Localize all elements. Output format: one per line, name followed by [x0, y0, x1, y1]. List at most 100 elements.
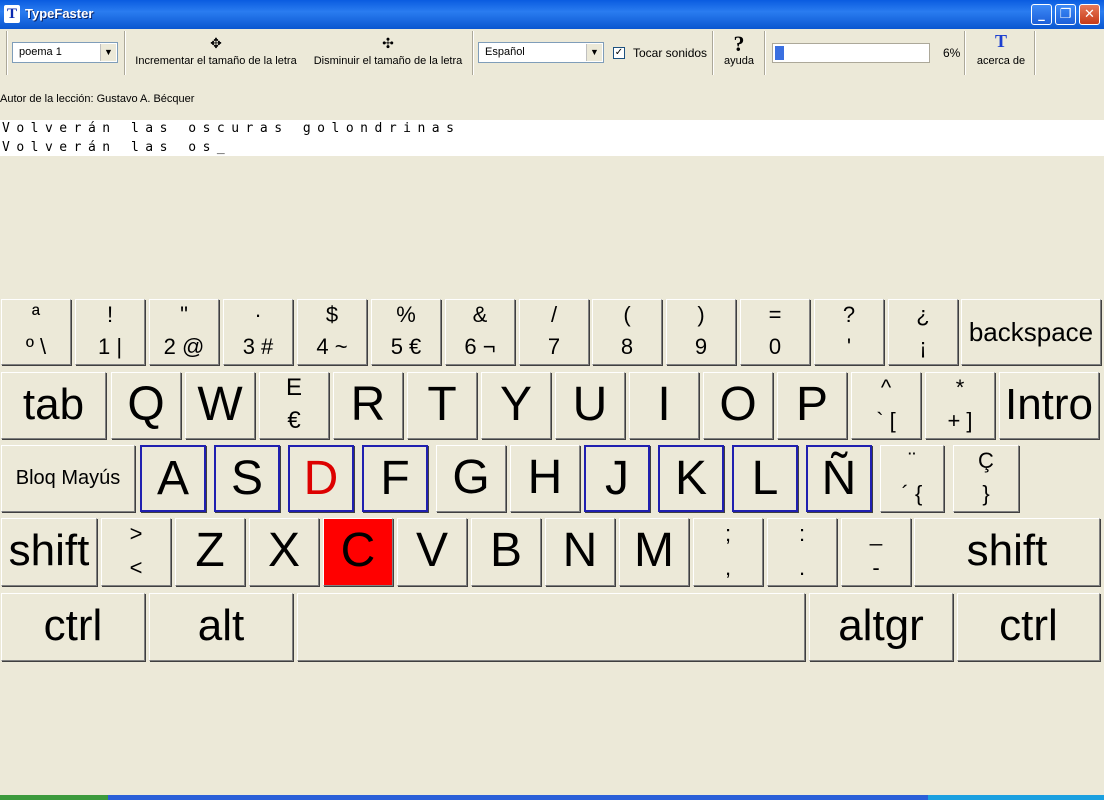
key-space[interactable]	[297, 593, 805, 661]
sound-checkbox[interactable]: ✓	[613, 47, 625, 59]
key-k[interactable]: K	[658, 445, 724, 512]
toolbar-separator	[964, 31, 966, 75]
key-label: K	[674, 452, 707, 505]
key-label: shift	[8, 526, 90, 575]
key-symbol[interactable]: ;,	[693, 518, 763, 586]
key-i[interactable]: I	[629, 372, 699, 439]
key-ñ[interactable]: Ñ	[806, 445, 872, 512]
key-l[interactable]: L	[732, 445, 798, 512]
key-base-label: }	[982, 481, 990, 506]
language-select-value: Español	[485, 46, 525, 58]
key-altgr[interactable]: altgr	[809, 593, 953, 661]
key-label: C	[340, 524, 376, 577]
key-label: U	[572, 378, 608, 431]
key-p[interactable]: P	[777, 372, 847, 439]
key-symbol[interactable]: ? '	[814, 299, 884, 365]
key-a[interactable]: A	[140, 445, 206, 512]
lesson-text-area[interactable]: Volverán las oscuras golondrinas Volverá…	[0, 120, 1104, 156]
key-symbol[interactable]: ^ ` [	[851, 372, 921, 439]
key-symbol[interactable]: ª º \	[1, 299, 71, 365]
key-h[interactable]: H	[510, 445, 580, 512]
key-symbol[interactable]: · 3 #	[223, 299, 293, 365]
lesson-select[interactable]: poema 1 ▼	[12, 42, 118, 63]
key-ctrl[interactable]: ctrl	[957, 593, 1100, 661]
key-t[interactable]: T	[407, 372, 477, 439]
title-bar: T TypeFaster _ ❐ ✕	[0, 0, 1104, 29]
key-alt[interactable]: alt	[149, 593, 293, 661]
key-bloq-mayús[interactable]: Bloq Mayús	[1, 445, 135, 512]
help-button[interactable]: ? ayuda	[716, 31, 762, 75]
chevron-down-icon[interactable]: ▼	[100, 44, 116, 61]
key-x[interactable]: X	[249, 518, 319, 586]
key-base-label: ¡	[919, 334, 927, 359]
key-label: S	[230, 452, 263, 505]
key-c[interactable]: C	[323, 518, 393, 586]
chevron-down-icon[interactable]: ▼	[586, 44, 602, 61]
key-b[interactable]: B	[471, 518, 541, 586]
key-shift-label: ?	[842, 302, 856, 327]
close-button[interactable]: ✕	[1079, 4, 1100, 25]
minimize-button[interactable]: _	[1031, 4, 1052, 25]
key-symbol[interactable]: > <	[101, 518, 171, 586]
key-y[interactable]: Y	[481, 372, 551, 439]
key-symbol[interactable]: ! 1 |	[75, 299, 145, 365]
key-shift-label: :	[798, 521, 806, 546]
key-shift[interactable]: shift	[914, 518, 1100, 586]
language-select[interactable]: Español ▼	[478, 42, 604, 63]
key-label: A	[156, 452, 189, 505]
key-g[interactable]: G	[436, 445, 506, 512]
key-j[interactable]: J	[584, 445, 650, 512]
key-symbol[interactable]: * + ]	[925, 372, 995, 439]
key-symbol[interactable]: /7	[519, 299, 589, 365]
key-symbol[interactable]: & 6 ¬	[445, 299, 515, 365]
key-s[interactable]: S	[214, 445, 280, 512]
key-shift-label: _	[869, 521, 883, 546]
key-q[interactable]: Q	[111, 372, 181, 439]
key-symbol[interactable]: $4 ~	[297, 299, 367, 365]
key-intro[interactable]: Intro	[999, 372, 1099, 439]
key-symbol[interactable]: ¿ ¡	[888, 299, 958, 365]
key-f[interactable]: F	[362, 445, 428, 512]
key-label: I	[657, 378, 671, 431]
decrease-font-button[interactable]: ✣ Disminuir el tamaño de la letra	[306, 31, 470, 75]
key-w[interactable]: W	[185, 372, 255, 439]
key-shift[interactable]: shift	[1, 518, 97, 586]
key-base-label: º \	[25, 334, 47, 359]
key-n[interactable]: N	[545, 518, 615, 586]
toolbar-separator	[712, 31, 714, 75]
key-m[interactable]: M	[619, 518, 689, 586]
key-ctrl[interactable]: ctrl	[1, 593, 145, 661]
key-base-label: 9	[694, 334, 708, 359]
about-button[interactable]: T acerca de	[968, 31, 1034, 75]
key-symbol[interactable]: E €	[259, 372, 329, 439]
key-backspace[interactable]: backspace	[961, 299, 1101, 365]
key-base-label: ,	[724, 555, 732, 580]
key-z[interactable]: Z	[175, 518, 245, 586]
target-text: Volverán las oscuras golondrinas	[2, 121, 461, 136]
key-symbol[interactable]: = 0	[740, 299, 810, 365]
key-u[interactable]: U	[555, 372, 625, 439]
typed-text[interactable]: Volverán las os_	[2, 140, 231, 155]
key-base-label: 6 ¬	[464, 334, 496, 359]
sound-checkbox-label: Tocar sonidos	[633, 46, 708, 60]
key-tab[interactable]: tab	[1, 372, 106, 439]
key-symbol[interactable]: ) 9	[666, 299, 736, 365]
key-symbol[interactable]: % 5 €	[371, 299, 441, 365]
lesson-select-value: poema 1	[19, 46, 62, 58]
key-symbol[interactable]: _ -	[841, 518, 911, 586]
key-label: O	[719, 378, 757, 431]
key-symbol[interactable]: ¨ ´ {	[880, 445, 944, 512]
key-label: tab	[22, 380, 85, 429]
key-r[interactable]: R	[333, 372, 403, 439]
key-o[interactable]: O	[703, 372, 773, 439]
maximize-button[interactable]: ❐	[1055, 4, 1076, 25]
key-v[interactable]: V	[397, 518, 467, 586]
key-symbol[interactable]: Ç}	[953, 445, 1019, 512]
key-label: altgr	[838, 601, 924, 650]
key-symbol[interactable]: (8	[592, 299, 662, 365]
key-symbol[interactable]: :.	[767, 518, 837, 586]
key-symbol[interactable]: " 2 @	[149, 299, 219, 365]
key-label: N	[562, 524, 598, 577]
increase-font-button[interactable]: ✥ Incrementar el tamaño de la letra	[130, 31, 302, 75]
key-d[interactable]: D	[288, 445, 354, 512]
